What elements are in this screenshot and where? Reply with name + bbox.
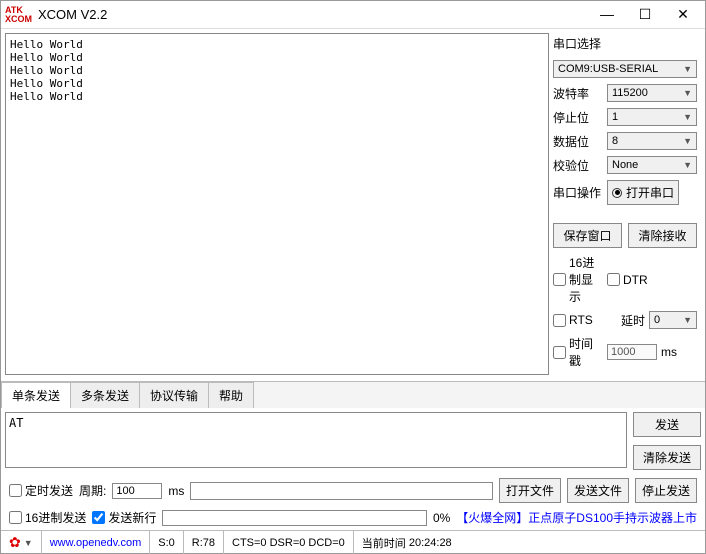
- send-file-button[interactable]: 发送文件: [567, 478, 629, 503]
- tab-protocol[interactable]: 协议传输: [139, 382, 209, 408]
- hex-send-checkbox[interactable]: 16进制发送: [9, 509, 86, 526]
- status-s: S:0: [150, 531, 184, 554]
- window-title: XCOM V2.2: [38, 7, 597, 22]
- send-button[interactable]: 发送: [633, 412, 701, 437]
- port-select[interactable]: COM9:USB-SERIAL▼: [553, 60, 697, 78]
- receive-textarea[interactable]: Hello World Hello World Hello World Hell…: [5, 33, 549, 375]
- progress-text: 0%: [433, 511, 450, 525]
- parity-select[interactable]: None▼: [607, 156, 697, 174]
- save-window-button[interactable]: 保存窗口: [553, 223, 622, 248]
- rts-checkbox[interactable]: RTS: [553, 313, 603, 327]
- hex-display-checkbox[interactable]: 16进制显示: [553, 254, 603, 305]
- url-link[interactable]: www.openedv.com: [42, 531, 151, 554]
- data-label: 数据位: [553, 133, 603, 150]
- port-section-label: 串口选择: [553, 35, 697, 52]
- timed-send-checkbox[interactable]: 定时发送: [9, 482, 73, 499]
- open-port-button[interactable]: 打开串口: [607, 180, 679, 205]
- period-input[interactable]: [112, 483, 162, 499]
- time-label: 当前时间: [362, 535, 406, 551]
- clear-receive-button[interactable]: 清除接收: [628, 223, 697, 248]
- timestamp-input[interactable]: [607, 344, 657, 360]
- baud-select[interactable]: 115200▼: [607, 84, 697, 102]
- promo-link[interactable]: 【火爆全网】正点原子DS100手持示波器上市: [456, 509, 697, 526]
- stop-send-button[interactable]: 停止发送: [635, 478, 697, 503]
- ts-unit: ms: [661, 345, 677, 359]
- gear-icon[interactable]: ✿: [9, 534, 21, 551]
- send-textarea[interactable]: AT: [5, 412, 627, 468]
- stop-select[interactable]: 1▼: [607, 108, 697, 126]
- tab-single-send[interactable]: 单条发送: [1, 382, 71, 408]
- status-dot-icon: [612, 188, 622, 198]
- tab-multi-send[interactable]: 多条发送: [70, 382, 140, 408]
- parity-label: 校验位: [553, 157, 603, 174]
- send-newline-checkbox[interactable]: 发送新行: [92, 509, 156, 526]
- status-cts: CTS=0 DSR=0 DCD=0: [224, 531, 354, 554]
- delay-select[interactable]: 0▼: [649, 311, 697, 329]
- time-value: 20:24:28: [409, 537, 452, 549]
- delay-label: 延时: [607, 312, 645, 329]
- progress-bar: [162, 510, 427, 526]
- timestamp-checkbox[interactable]: 时间戳: [553, 335, 603, 369]
- data-select[interactable]: 8▼: [607, 132, 697, 150]
- stop-label: 停止位: [553, 109, 603, 126]
- file-path-input[interactable]: [190, 482, 493, 500]
- baud-label: 波特率: [553, 85, 603, 102]
- clear-send-button[interactable]: 清除发送: [633, 445, 701, 470]
- period-unit: ms: [168, 484, 184, 498]
- open-file-button[interactable]: 打开文件: [499, 478, 561, 503]
- chevron-down-icon: ▼: [683, 64, 692, 74]
- tab-help[interactable]: 帮助: [208, 382, 254, 408]
- status-r: R:78: [184, 531, 224, 554]
- minimize-button[interactable]: ―: [597, 6, 617, 23]
- close-button[interactable]: ✕: [673, 6, 693, 23]
- maximize-button[interactable]: ☐: [635, 6, 655, 23]
- app-logo: ATKXCOM: [5, 6, 32, 24]
- op-label: 串口操作: [553, 184, 603, 201]
- period-label: 周期:: [79, 482, 106, 499]
- dtr-checkbox[interactable]: DTR: [607, 273, 657, 287]
